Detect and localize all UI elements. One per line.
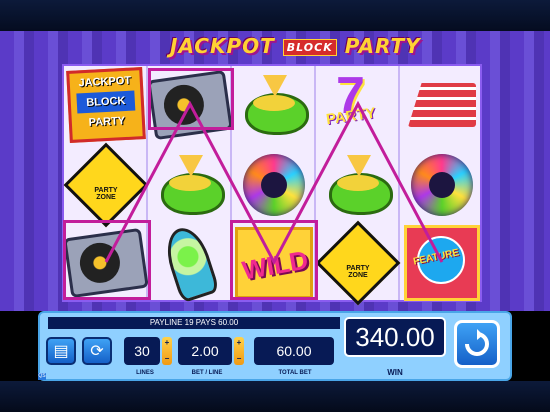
symbol-text: PARTY ZONE (94, 186, 118, 201)
party-zone-sign-icon: PARTY ZONE (315, 220, 401, 306)
party-seven-icon: 7 PARTY (325, 67, 388, 138)
symbol-guacamole (316, 146, 400, 224)
lines-minus-button[interactable]: − (165, 353, 170, 365)
disco-ball-icon (243, 154, 305, 216)
total-bet-value: 60.00 (254, 337, 334, 365)
payline-message: PAYLINE 19 PAYS 60.00 (48, 317, 340, 329)
game-logo: JACKPOT BLOCK PARTY (170, 34, 420, 60)
logo-word-party: PARTY (344, 34, 421, 58)
logo-word-jackpot: JACKPOT (170, 34, 275, 58)
symbol-party-zone: PARTY ZONE (315, 220, 401, 306)
top-bar (0, 0, 550, 31)
bet-stepper[interactable]: + − (234, 337, 244, 365)
party-zone-sign-icon: PARTY ZONE (63, 142, 149, 228)
disco-ball-icon (411, 154, 473, 216)
jackpot-block-party-symbol: JACKPOT BLOCK PARTY (66, 67, 146, 143)
paytable-button[interactable]: ▤ (46, 337, 76, 365)
lines-plus-button[interactable]: + (165, 337, 170, 349)
symbol-text: PARTY ZONE (346, 264, 370, 279)
logo-word-block: BLOCK (282, 39, 337, 56)
lines-label: LINES (136, 370, 154, 376)
lava-lamp-icon (159, 222, 221, 304)
win-highlight (230, 220, 318, 300)
total-bet-label: TOTAL BET (278, 370, 312, 376)
bet-minus-button[interactable]: − (237, 353, 242, 365)
reel-area[interactable]: JACKPOT BLOCK PARTY PARTY ZONE WILD 7 PA… (62, 64, 484, 306)
symbol-party-zone: PARTY ZONE (63, 142, 149, 228)
lines-stepper[interactable]: + − (162, 337, 172, 365)
autoplay-icon: ⟳ (90, 343, 104, 360)
win-display: 340.00 (344, 317, 446, 357)
guacamole-bowl-icon (325, 155, 393, 215)
symbol-disco-ball (232, 146, 316, 224)
symbol-guacamole (232, 66, 316, 144)
symbol-cake (400, 66, 484, 144)
win-highlight (63, 220, 151, 300)
quick-spin-toggle[interactable]: QS (38, 373, 46, 380)
bet-per-line-label: BET / LINE (191, 370, 223, 376)
bottom-bar (0, 381, 550, 412)
autoplay-button[interactable]: ⟳ (82, 337, 112, 365)
spin-icon (465, 329, 489, 356)
feature-icon: FEATURE (404, 225, 480, 301)
bet-plus-button[interactable]: + (237, 337, 242, 349)
lines-value: 30 (124, 337, 160, 365)
symbol-text: PARTY (325, 104, 377, 129)
symbol-text: JACKPOT (78, 74, 132, 90)
symbol-guacamole (148, 146, 232, 224)
symbol-lava-lamp (148, 222, 232, 304)
win-highlight (148, 68, 234, 130)
guacamole-bowl-icon (157, 155, 225, 215)
paytable-icon: ▤ (53, 343, 69, 360)
guacamole-bowl-icon (241, 75, 309, 135)
symbol-feature: FEATURE (400, 224, 484, 302)
spin-button[interactable] (454, 320, 500, 368)
win-label: WIN (387, 368, 403, 377)
symbol-party-7: 7 PARTY (316, 66, 400, 144)
cake-slice-icon (408, 83, 476, 127)
symbol-jackpot-block-party: JACKPOT BLOCK PARTY (64, 66, 148, 144)
symbol-disco-ball (400, 146, 484, 224)
bet-per-line-value: 2.00 (178, 337, 232, 365)
symbol-text: PARTY (88, 115, 126, 129)
